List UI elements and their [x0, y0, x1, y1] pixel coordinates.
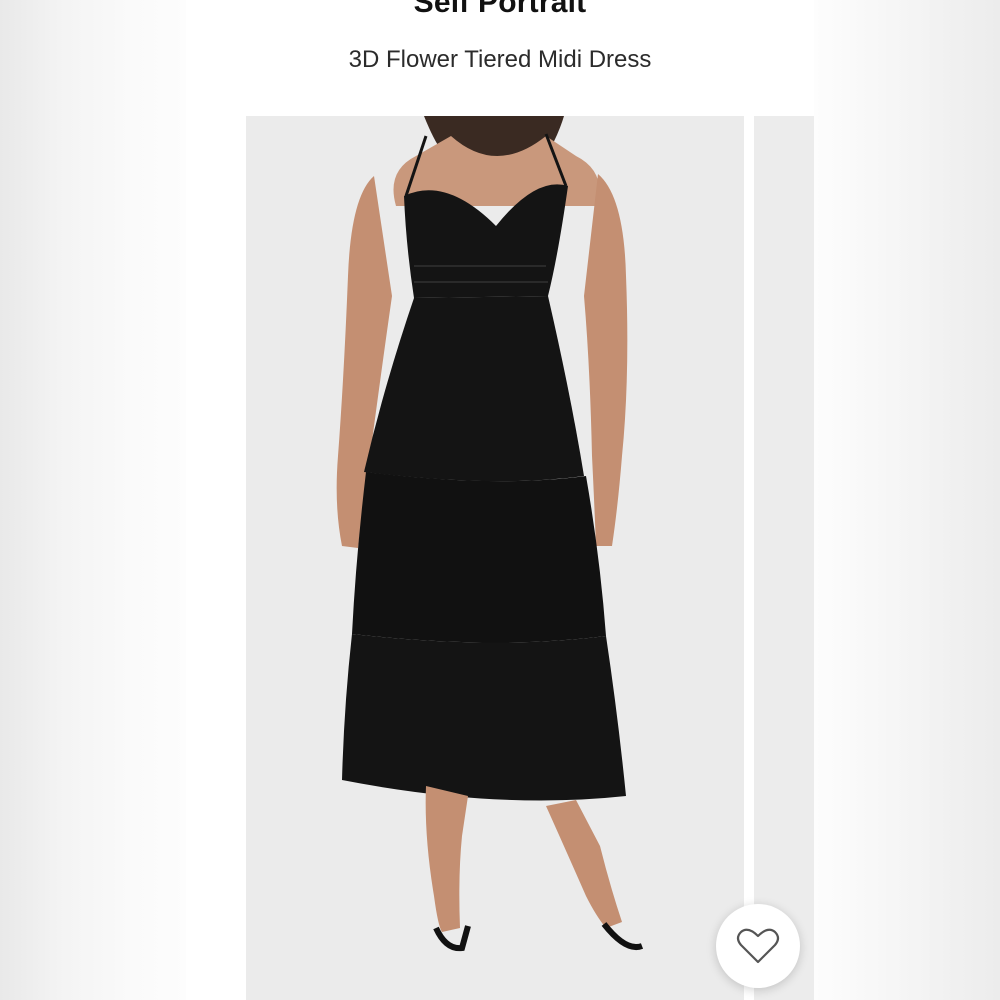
product-image[interactable] — [246, 116, 744, 1000]
favorite-button[interactable] — [716, 904, 800, 988]
product-title: 3D Flower Tiered Midi Dress — [348, 46, 652, 73]
blurred-background-right — [814, 0, 1000, 1000]
next-image-peek[interactable] — [754, 116, 814, 1000]
dress-tier-2 — [352, 472, 606, 643]
right-arm — [584, 174, 628, 546]
left-leg — [425, 786, 468, 932]
heart-outline-icon — [736, 928, 780, 964]
blurred-background-left — [0, 0, 186, 1000]
product-card: Self Portrait 3D Flower Tiered Midi Dres… — [186, 0, 814, 1000]
right-sandal — [601, 922, 644, 950]
dress-tier-3 — [342, 634, 626, 801]
brand-name[interactable]: Self Portrait — [186, 0, 814, 20]
dress-photo-illustration — [336, 116, 644, 952]
dress-tier-1 — [364, 296, 584, 482]
right-leg — [546, 800, 622, 928]
